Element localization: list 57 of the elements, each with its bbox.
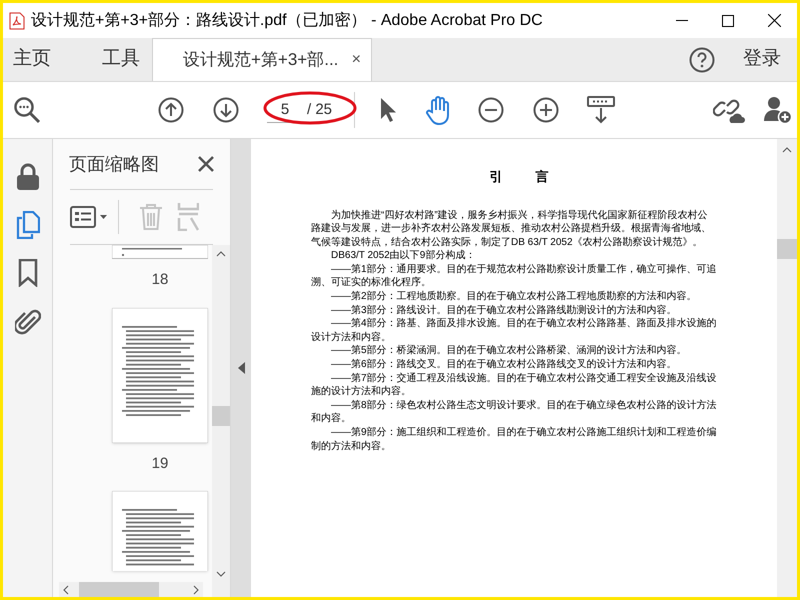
- search-icon[interactable]: [13, 96, 41, 124]
- page-thumbnail[interactable]: [112, 245, 208, 259]
- panel-title: 页面缩略图: [69, 152, 159, 176]
- page-options-icon[interactable]: [70, 205, 110, 229]
- scroll-left-icon[interactable]: [63, 584, 69, 594]
- window-title: 设计规范+第+3+部分：路线设计.pdf（已加密） - Adobe Acrobat Pro DC: [31, 10, 543, 30]
- paperclip-icon[interactable]: [14, 307, 40, 335]
- bookmark-icon[interactable]: [18, 259, 38, 287]
- minimize-icon: [676, 20, 688, 22]
- document-paragraph: 为加快推进“四好农村路”建设，服务乡村振兴，科学指导现代化国家新征程阶段农村公路建设与发展，进一步补齐农村公路发展短板、推动农村公路提档升级。根据青海省地域、气候等建设特点，结合农村公路实际，制定了DB 63/T 2052《农村公路勘察设计规范》。: [311, 208, 712, 250]
- document-paragraph: ——第1部分：通用要求。目的在于规范农村公路勘察设计质量工作，确立可操作、可追溯、可证实的标准化程序。: [311, 262, 717, 290]
- page-thumbnail[interactable]: [112, 491, 208, 571]
- login-link[interactable]: 登录: [743, 45, 781, 74]
- page-label: 19: [152, 454, 168, 474]
- document-paragraph: ——第7部分：交通工程及沿线设施。目的在于确立农村公路交通工程安全设施及沿线设施的设计方法和内容。: [311, 372, 717, 399]
- document-tab[interactable]: 设计规范+第+3+部... ×: [152, 38, 372, 81]
- vertical-scrollbar[interactable]: [777, 139, 797, 597]
- zoom-out-icon[interactable]: [478, 97, 504, 123]
- arrow-down-icon[interactable]: [213, 97, 239, 123]
- nav-tab[interactable]: 工具: [92, 38, 150, 81]
- nav-tab[interactable]: 主页: [3, 38, 61, 81]
- pdf-icon: [9, 12, 25, 30]
- pages-icon[interactable]: [16, 211, 40, 239]
- scroll-up-icon[interactable]: [782, 147, 792, 153]
- scrollbar-thumb[interactable]: [79, 582, 159, 597]
- document-paragraph: ——第3部分：路线设计。目的在于确立农村公路路线勘测设计的方法和内容。: [330, 304, 678, 318]
- document-paragraph: ——第5部分：桥梁涵洞。目的在于确立农村公路桥梁、涵洞的设计方法和内容。: [330, 344, 688, 358]
- page-total: / 25: [307, 100, 332, 120]
- document-paragraph: ——第8部分：绿色农村公路生态文明设计要求。目的在于确立绿色农村公路的设计方法和内容。: [311, 398, 717, 426]
- collapse-left-icon[interactable]: [238, 362, 244, 374]
- trash-icon: [139, 203, 163, 231]
- help-icon[interactable]: [689, 46, 715, 72]
- page-thumbnail[interactable]: [112, 308, 208, 442]
- document-paragraph: ——第6部分：路线交叉。目的在于确立农村公路路线交叉的设计方法和内容。: [330, 358, 678, 372]
- maximize-icon: [722, 14, 734, 26]
- document-paragraph: ——第2部分：工程地质勘察。目的在于确立农村公路工程地质勘察的方法和内容。: [330, 290, 698, 304]
- scrollbar-thumb[interactable]: [212, 406, 230, 426]
- document-paragraph: ——第9部分：施工组织和工程造价。目的在于确立农村公路施工组织计划和工程造价编制的方法和内容。: [311, 426, 717, 454]
- add-user-icon[interactable]: [763, 95, 793, 125]
- horizontal-scrollbar[interactable]: [59, 582, 203, 597]
- lock-icon[interactable]: [16, 163, 40, 191]
- close-icon: [768, 14, 780, 27]
- document-heading: 引 言: [488, 168, 560, 186]
- vertical-scrollbar[interactable]: [212, 245, 230, 597]
- page-number-field[interactable]: 5: [267, 97, 303, 123]
- document-paragraph: ——第4部分：路基、路面及排水设施。目的在于确立农村公路路基、路面及排水设施的设计方法和内容。: [311, 317, 717, 344]
- page-label: 18: [152, 270, 168, 290]
- keyboard-icon[interactable]: [587, 96, 616, 124]
- pointer-icon[interactable]: [379, 97, 398, 123]
- arrow-up-icon[interactable]: [158, 97, 184, 123]
- close-icon[interactable]: [198, 156, 214, 172]
- scrollbar-thumb[interactable]: [777, 239, 797, 259]
- document-paragraph: DB63/T 2052由以下9部分构成：: [330, 249, 476, 263]
- crop-page-icon: [177, 203, 199, 231]
- tab-close-button[interactable]: ×: [352, 48, 361, 72]
- scroll-right-icon[interactable]: [193, 584, 199, 594]
- zoom-in-icon[interactable]: [533, 97, 560, 123]
